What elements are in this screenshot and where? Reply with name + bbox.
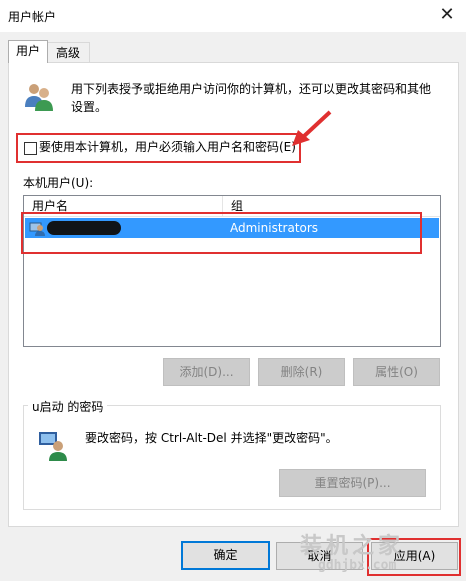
password-user-icon [38,430,70,462]
password-group-title: u启动 的密码 [28,398,108,415]
remove-user-button[interactable]: 删除(R) [258,358,345,386]
watermark-title: 装机之家 [300,534,405,559]
reset-password-button[interactable]: 重置密码(P)... [279,469,426,497]
add-user-button[interactable]: 添加(D)... [163,358,250,386]
tab-users[interactable]: 用户 [8,40,48,63]
description-line-1: 用下列表授予或拒绝用户访问你的计算机，还可以更改其密码和其他 [71,82,432,96]
password-instructions: 要改密码，按 Ctrl-Alt-Del 并选择"更改密码"。 [85,431,338,445]
annotation-arrow-icon [288,108,334,148]
annotation-box-checkbox [16,133,301,163]
title-bar [0,0,466,32]
tab-advanced[interactable]: 高级 [46,42,90,63]
watermark-url: gdhjbx.com [318,558,397,573]
close-icon[interactable]: ✕ [436,4,458,26]
ok-button[interactable]: 确定 [181,541,270,570]
annotation-box-user-row [21,212,422,254]
properties-button[interactable]: 属性(O) [353,358,440,386]
local-users-label: 本机用户(U): [23,176,94,190]
description-line-2: 设置。 [71,100,108,114]
users-icon [22,80,56,114]
window-title: 用户帐户 [8,10,57,24]
